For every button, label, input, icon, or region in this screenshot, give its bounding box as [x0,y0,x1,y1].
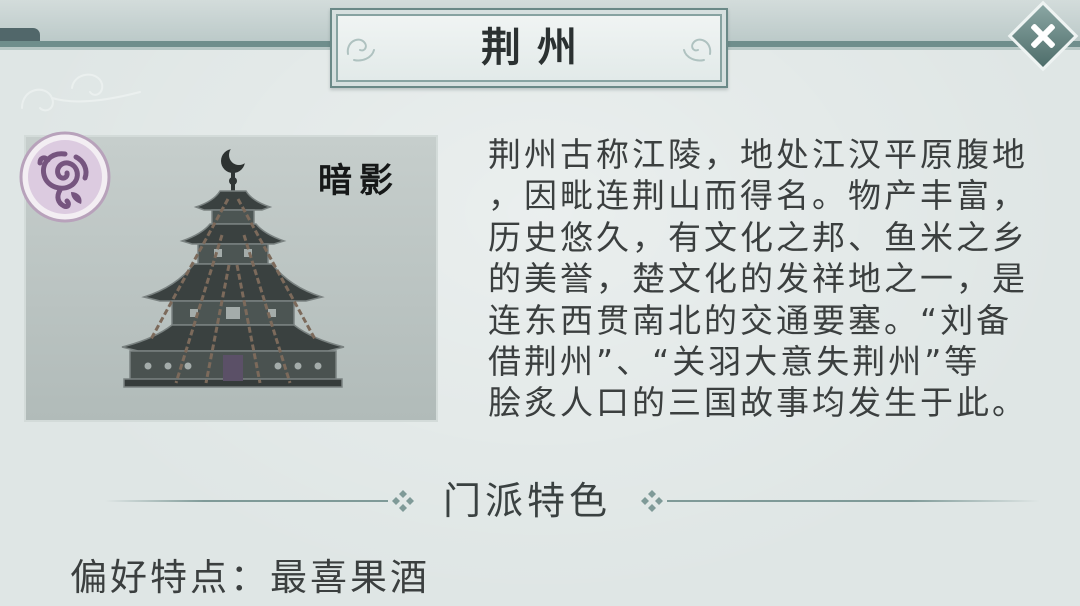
description-line: 历史悠久，有文化之邦、鱼米之乡 [488,217,1028,257]
diamond-ornament-icon [392,490,414,512]
pagoda-roof [179,223,287,245]
pagoda-door [223,355,243,381]
corner-tab [0,28,40,41]
description-line: 连东西贯南北的交通要塞。“刘备 [488,300,1013,340]
cloud-trail [51,91,141,103]
description-line: ，因毗连荆山而得名。物产丰富， [488,176,1028,216]
cloud-swirl [71,73,104,96]
faction-name: 暗影 [318,161,400,201]
description-line: 荆州古称江陵，地处江汉平原腹地 [488,135,1028,174]
title-banner: 荆州 [330,8,728,88]
pagoda-roof [193,190,273,211]
description-line: 脍炙人口的三国故事均发生于此。 [488,383,1028,423]
rose-emblem-icon [19,131,111,223]
cloud-swirl [21,88,54,112]
pagoda-roof [141,263,325,302]
diamond-ornament-icon [641,490,663,512]
section-title: 门派特色 [443,479,612,523]
description-line: 的美誉，楚文化的发祥地之一，是 [488,259,1028,299]
pagoda-finial [229,177,237,185]
preference-label: 偏好特点： [70,556,270,599]
location-description: 荆州古称江陵，地处江汉平原腹地 ，因毗连荆山而得名。物产丰富， 历史悠久，有文化… [488,134,1048,424]
title-banner-panel: 荆州 [336,14,722,82]
description-line: 借荆州”、“关羽大意失荆州”等 [488,341,981,381]
preference-trait: 偏好特点：最喜果酒 [70,557,430,599]
pagoda-wall [197,243,269,265]
page-title: 荆州 [481,24,593,71]
section-divider-line [667,500,1040,502]
section-divider-line [105,500,388,502]
cloud-ornament-icon [683,38,712,62]
cloud-pattern [21,73,141,112]
preference-value: 最喜果酒 [270,556,430,599]
